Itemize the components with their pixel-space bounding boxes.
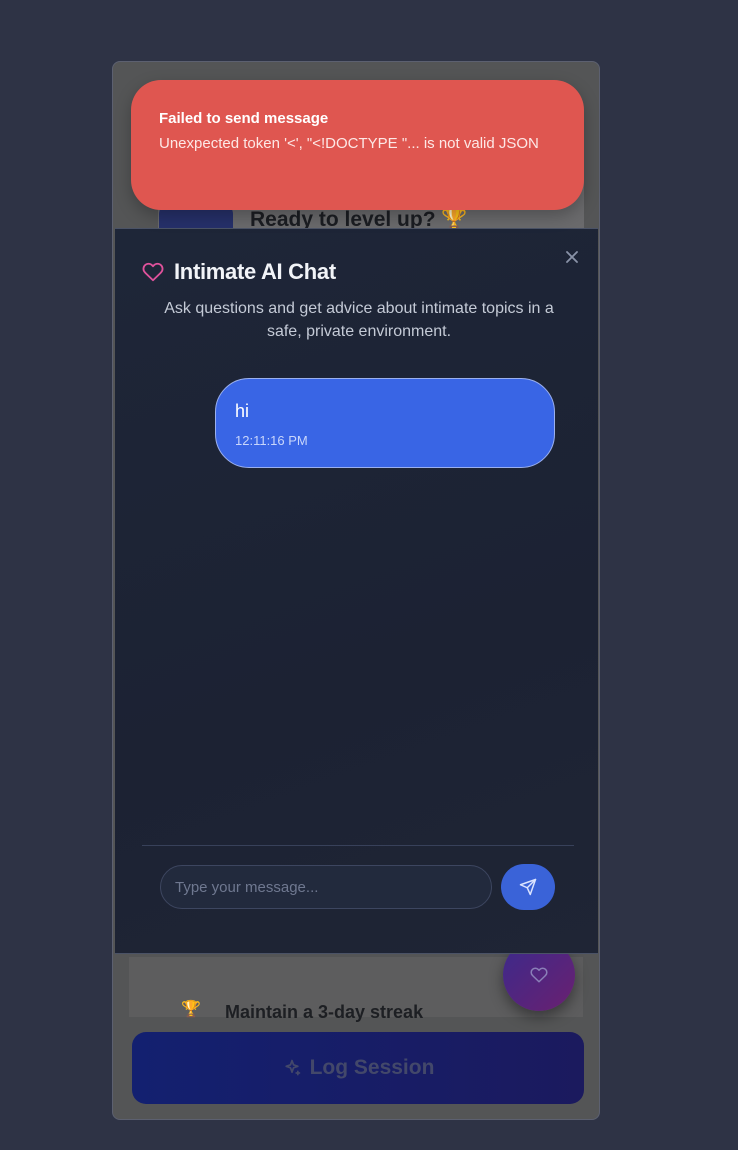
streak-goal-text: Maintain a 3-day streak — [225, 1002, 424, 1022]
input-divider — [142, 845, 574, 846]
send-button[interactable] — [501, 864, 555, 910]
trophy-icon: 🏆 — [181, 1001, 201, 1018]
heart-icon — [530, 967, 548, 983]
close-icon — [566, 251, 578, 263]
dialog-header: Intimate AI Chat — [142, 259, 336, 285]
toast-title: Failed to send message — [159, 110, 329, 127]
sparkles-icon — [284, 1059, 300, 1076]
message-text: hi — [235, 401, 250, 421]
user-message-bubble: hi 12:11:16 PM — [215, 378, 555, 468]
message-input[interactable] — [160, 865, 492, 909]
message-timestamp: 12:11:16 PM — [235, 433, 308, 448]
error-toast: Failed to send message Unexpected token … — [131, 80, 584, 210]
toast-message: Unexpected token '<', "<!DOCTYPE "... is… — [159, 135, 539, 152]
log-session-button[interactable]: Log Session — [132, 1032, 584, 1104]
dialog-title: Intimate AI Chat — [174, 259, 336, 284]
heart-icon — [142, 262, 164, 282]
close-dialog-button[interactable] — [564, 249, 580, 265]
send-icon — [519, 878, 537, 896]
dialog-description: Ask questions and get advice about intim… — [164, 300, 554, 340]
ai-chat-dialog: Intimate AI Chat Ask questions and get a… — [115, 228, 598, 954]
log-session-label: Log Session — [309, 1056, 435, 1079]
